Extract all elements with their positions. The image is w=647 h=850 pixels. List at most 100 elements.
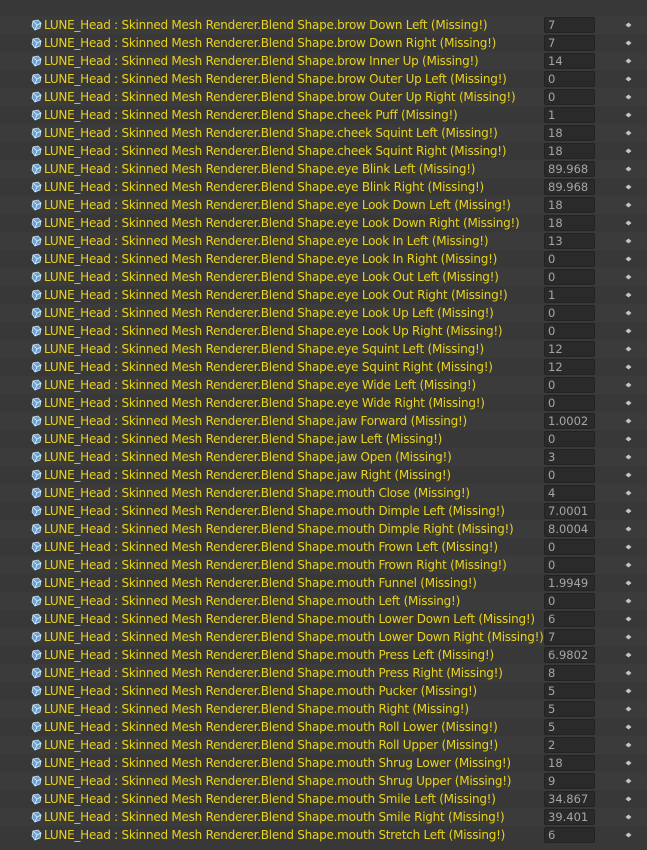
property-value-field[interactable]: 7 <box>544 17 595 33</box>
property-value-field[interactable]: 0 <box>544 305 595 321</box>
keyframe-options-icon[interactable] <box>625 472 632 478</box>
property-row[interactable]: LUNE_Head : Skinned Mesh Renderer.Blend … <box>0 502 647 520</box>
property-row[interactable]: LUNE_Head : Skinned Mesh Renderer.Blend … <box>0 214 647 232</box>
property-row[interactable]: LUNE_Head : Skinned Mesh Renderer.Blend … <box>0 358 647 376</box>
property-value-field[interactable]: 0 <box>544 395 595 411</box>
property-value-field[interactable]: 0 <box>544 71 595 87</box>
keyframe-options-icon[interactable] <box>625 526 632 532</box>
property-row[interactable]: LUNE_Head : Skinned Mesh Renderer.Blend … <box>0 574 647 592</box>
property-value-field[interactable]: 8 <box>544 665 595 681</box>
property-row[interactable]: LUNE_Head : Skinned Mesh Renderer.Blend … <box>0 520 647 538</box>
property-value-field[interactable]: 9 <box>544 773 595 789</box>
property-row[interactable]: LUNE_Head : Skinned Mesh Renderer.Blend … <box>0 376 647 394</box>
keyframe-options-icon[interactable] <box>625 634 632 640</box>
keyframe-options-icon[interactable] <box>625 94 632 100</box>
keyframe-options-icon[interactable] <box>625 418 632 424</box>
keyframe-options-icon[interactable] <box>625 328 632 334</box>
property-row[interactable]: LUNE_Head : Skinned Mesh Renderer.Blend … <box>0 682 647 700</box>
property-row[interactable]: LUNE_Head : Skinned Mesh Renderer.Blend … <box>0 430 647 448</box>
keyframe-options-icon[interactable] <box>625 544 632 550</box>
property-row[interactable]: LUNE_Head : Skinned Mesh Renderer.Blend … <box>0 754 647 772</box>
property-row[interactable]: LUNE_Head : Skinned Mesh Renderer.Blend … <box>0 250 647 268</box>
property-row[interactable]: LUNE_Head : Skinned Mesh Renderer.Blend … <box>0 70 647 88</box>
property-row[interactable]: LUNE_Head : Skinned Mesh Renderer.Blend … <box>0 772 647 790</box>
property-value-field[interactable]: 1.9949 <box>544 575 595 591</box>
property-value-field[interactable]: 5 <box>544 719 595 735</box>
keyframe-options-icon[interactable] <box>625 652 632 658</box>
property-value-field[interactable]: 0 <box>544 323 595 339</box>
property-value-field[interactable]: 89.968 <box>544 161 595 177</box>
property-row[interactable]: LUNE_Head : Skinned Mesh Renderer.Blend … <box>0 718 647 736</box>
property-row[interactable]: LUNE_Head : Skinned Mesh Renderer.Blend … <box>0 448 647 466</box>
keyframe-options-icon[interactable] <box>625 670 632 676</box>
property-row[interactable]: LUNE_Head : Skinned Mesh Renderer.Blend … <box>0 160 647 178</box>
keyframe-options-icon[interactable] <box>625 130 632 136</box>
property-row[interactable]: LUNE_Head : Skinned Mesh Renderer.Blend … <box>0 808 647 826</box>
property-row[interactable]: LUNE_Head : Skinned Mesh Renderer.Blend … <box>0 394 647 412</box>
keyframe-options-icon[interactable] <box>625 148 632 154</box>
property-row[interactable]: LUNE_Head : Skinned Mesh Renderer.Blend … <box>0 736 647 754</box>
keyframe-options-icon[interactable] <box>625 706 632 712</box>
property-value-field[interactable]: 7 <box>544 629 595 645</box>
keyframe-options-icon[interactable] <box>625 508 632 514</box>
property-value-field[interactable]: 7 <box>544 35 595 51</box>
keyframe-options-icon[interactable] <box>625 580 632 586</box>
keyframe-options-icon[interactable] <box>625 58 632 64</box>
property-row[interactable]: LUNE_Head : Skinned Mesh Renderer.Blend … <box>0 34 647 52</box>
property-value-field[interactable]: 3 <box>544 449 595 465</box>
keyframe-options-icon[interactable] <box>625 238 632 244</box>
property-row[interactable]: LUNE_Head : Skinned Mesh Renderer.Blend … <box>0 610 647 628</box>
property-value-field[interactable]: 0 <box>544 539 595 555</box>
keyframe-options-icon[interactable] <box>625 202 632 208</box>
property-row[interactable]: LUNE_Head : Skinned Mesh Renderer.Blend … <box>0 646 647 664</box>
property-value-field[interactable]: 0 <box>544 431 595 447</box>
keyframe-options-icon[interactable] <box>625 166 632 172</box>
property-value-field[interactable]: 0 <box>544 251 595 267</box>
property-row[interactable]: LUNE_Head : Skinned Mesh Renderer.Blend … <box>0 142 647 160</box>
property-row[interactable]: LUNE_Head : Skinned Mesh Renderer.Blend … <box>0 556 647 574</box>
keyframe-options-icon[interactable] <box>625 346 632 352</box>
property-value-field[interactable]: 6 <box>544 611 595 627</box>
property-row[interactable]: LUNE_Head : Skinned Mesh Renderer.Blend … <box>0 106 647 124</box>
property-value-field[interactable]: 18 <box>544 215 595 231</box>
property-row[interactable]: LUNE_Head : Skinned Mesh Renderer.Blend … <box>0 196 647 214</box>
property-value-field[interactable]: 7.0001 <box>544 503 595 519</box>
property-row[interactable]: LUNE_Head : Skinned Mesh Renderer.Blend … <box>0 88 647 106</box>
keyframe-options-icon[interactable] <box>625 292 632 298</box>
property-value-field[interactable]: 13 <box>544 233 595 249</box>
property-value-field[interactable]: 18 <box>544 197 595 213</box>
keyframe-options-icon[interactable] <box>625 490 632 496</box>
keyframe-options-icon[interactable] <box>625 40 632 46</box>
property-row[interactable]: LUNE_Head : Skinned Mesh Renderer.Blend … <box>0 304 647 322</box>
property-value-field[interactable]: 14 <box>544 53 595 69</box>
keyframe-options-icon[interactable] <box>625 364 632 370</box>
property-value-field[interactable]: 6.9802 <box>544 647 595 663</box>
keyframe-options-icon[interactable] <box>625 310 632 316</box>
keyframe-options-icon[interactable] <box>625 220 632 226</box>
keyframe-options-icon[interactable] <box>625 562 632 568</box>
property-row[interactable]: LUNE_Head : Skinned Mesh Renderer.Blend … <box>0 16 647 34</box>
keyframe-options-icon[interactable] <box>625 112 632 118</box>
keyframe-options-icon[interactable] <box>625 400 632 406</box>
property-value-field[interactable]: 1 <box>544 287 595 303</box>
property-row[interactable]: LUNE_Head : Skinned Mesh Renderer.Blend … <box>0 592 647 610</box>
keyframe-options-icon[interactable] <box>625 778 632 784</box>
property-value-field[interactable]: 0 <box>544 557 595 573</box>
property-value-field[interactable]: 4 <box>544 485 595 501</box>
property-value-field[interactable]: 0 <box>544 467 595 483</box>
keyframe-options-icon[interactable] <box>625 598 632 604</box>
keyframe-options-icon[interactable] <box>625 274 632 280</box>
property-row[interactable]: LUNE_Head : Skinned Mesh Renderer.Blend … <box>0 484 647 502</box>
property-row[interactable]: LUNE_Head : Skinned Mesh Renderer.Blend … <box>0 466 647 484</box>
property-value-field[interactable]: 2 <box>544 737 595 753</box>
property-row[interactable]: LUNE_Head : Skinned Mesh Renderer.Blend … <box>0 232 647 250</box>
property-value-field[interactable]: 12 <box>544 359 595 375</box>
property-row[interactable]: LUNE_Head : Skinned Mesh Renderer.Blend … <box>0 52 647 70</box>
property-row[interactable]: LUNE_Head : Skinned Mesh Renderer.Blend … <box>0 628 647 646</box>
keyframe-options-icon[interactable] <box>625 814 632 820</box>
keyframe-options-icon[interactable] <box>625 436 632 442</box>
property-value-field[interactable]: 18 <box>544 143 595 159</box>
property-row[interactable]: LUNE_Head : Skinned Mesh Renderer.Blend … <box>0 268 647 286</box>
keyframe-options-icon[interactable] <box>625 760 632 766</box>
property-value-field[interactable]: 18 <box>544 125 595 141</box>
